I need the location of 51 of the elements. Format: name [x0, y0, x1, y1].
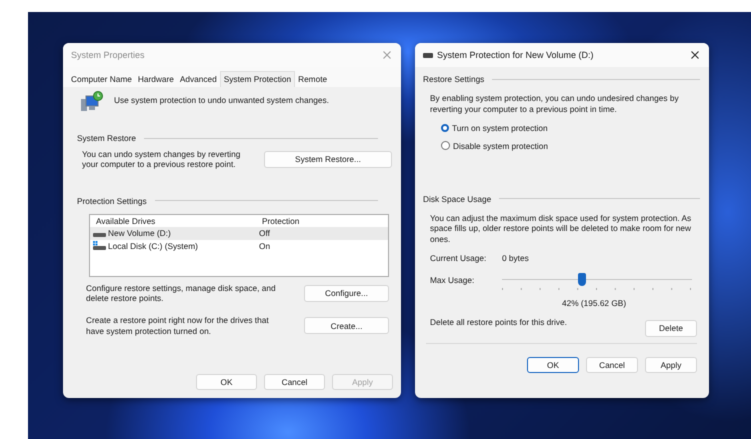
tab[interactable]: Remote [295, 71, 330, 87]
dialog-button[interactable]: Cancel [264, 374, 325, 390]
radio-button[interactable] [441, 141, 450, 150]
group-heading: System Restore [77, 133, 136, 143]
tab[interactable]: Computer Name [68, 71, 135, 87]
description-text: Create a restore point right now for the drives that have system protection turned on. [86, 315, 270, 336]
drive-icon [423, 52, 433, 58]
description-text: You can adjust the maximum disk space used for system protection. As space fills up, older restore points will be deleted to make room for new ones. [429, 212, 692, 245]
window-title: System Protection for New Volume (D:) [437, 50, 595, 60]
description-text: Configure restore settings, manage disk space, and delete restore points. [86, 282, 277, 304]
tab[interactable]: Hardware [134, 71, 177, 87]
dialog-button[interactable]: Cancel [586, 356, 638, 373]
configure-button[interactable]: Configure... [304, 284, 389, 302]
window-title: System Properties [71, 50, 146, 60]
group-heading: Disk Space Usage [423, 194, 492, 204]
intro-text: Use system protection to undo unwanted system changes. [114, 94, 329, 106]
field-label: Current Usage: [430, 252, 488, 263]
current-usage-value: 0 bytes [502, 252, 529, 263]
dialog-button[interactable]: OK [196, 374, 257, 390]
description-text: By enabling system protection, you can undo undesired changes by reverting your computer to a previous point in time. [429, 92, 680, 115]
drive-name: Local Disk (C:) (System) [108, 240, 198, 251]
field-label: Max Usage: [430, 274, 476, 285]
system-restore-button[interactable]: System Restore... [264, 150, 392, 168]
drive-row[interactable]: New Volume (D:) Off [90, 227, 388, 240]
group-heading: Restore Settings [423, 74, 484, 84]
system-drive-icon [93, 241, 106, 250]
dialog-button[interactable]: OK [527, 356, 579, 373]
dialog-button[interactable]: Apply [645, 356, 697, 373]
column-header[interactable]: Protection [262, 216, 300, 226]
max-usage-reading: 42% (195.62 GB) [562, 298, 626, 308]
radio-button[interactable] [441, 124, 449, 132]
create-button[interactable]: Create... [304, 317, 389, 334]
delete-button[interactable]: Delete [645, 320, 697, 337]
drive-name: New Volume (D:) [108, 228, 171, 238]
radio-label: Disable system protection [453, 140, 548, 151]
max-usage-slider[interactable] [502, 272, 692, 287]
slider-thumb[interactable] [578, 272, 586, 286]
group-heading: Protection Settings [77, 196, 147, 206]
close-icon[interactable] [691, 51, 699, 59]
column-header[interactable]: Available Drives [96, 216, 262, 226]
protection-status: On [259, 240, 270, 251]
drive-row[interactable]: Local Disk (C:) (System) On [90, 240, 388, 252]
radio-option[interactable]: Disable system protection [441, 140, 700, 151]
computer-icon [80, 91, 104, 113]
tab[interactable]: Advanced [176, 71, 220, 87]
radio-option[interactable]: Turn on system protection [441, 122, 700, 133]
tab[interactable]: System Protection [220, 71, 296, 87]
radio-label: Turn on system protection [452, 122, 548, 133]
protection-status: Off [259, 228, 270, 238]
description-text: Delete all restore points for this drive. [430, 316, 567, 328]
description-text: You can undo system changes by reverting your computer to a previous restore point. [82, 149, 242, 170]
